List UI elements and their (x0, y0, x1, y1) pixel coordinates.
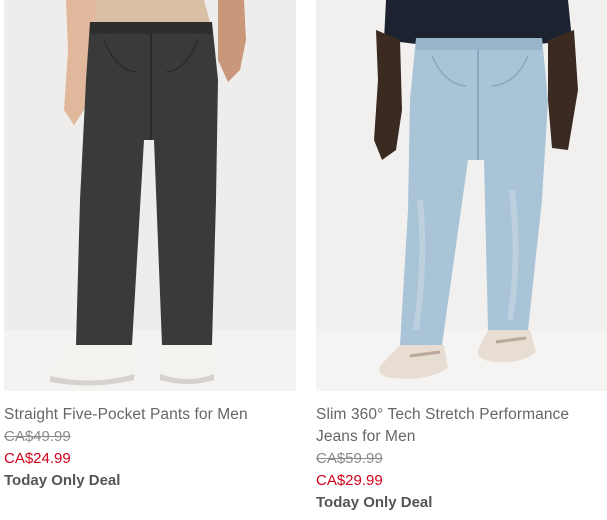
product-title[interactable]: Slim 360° Tech Stretch Performance Jeans… (316, 404, 607, 448)
product-title[interactable]: Straight Five-Pocket Pants for Men (4, 404, 296, 426)
sale-price: CA$24.99 (4, 450, 71, 467)
original-price: CA$49.99 (4, 428, 71, 445)
promo-label: Today Only Deal (4, 472, 121, 489)
product-image[interactable] (316, 0, 607, 391)
promo-label: Today Only Deal (316, 494, 433, 511)
product-card[interactable]: Straight Five-Pocket Pants for Men CA$49… (4, 0, 296, 492)
product-grid: Straight Five-Pocket Pants for Men CA$49… (0, 0, 607, 520)
product-info: Slim 360° Tech Stretch Performance Jeans… (316, 391, 607, 514)
sale-price: CA$29.99 (316, 472, 383, 489)
product-image[interactable] (4, 0, 296, 391)
original-price: CA$59.99 (316, 450, 383, 467)
product-info: Straight Five-Pocket Pants for Men CA$49… (4, 391, 296, 492)
product-card[interactable]: Slim 360° Tech Stretch Performance Jeans… (316, 0, 607, 514)
